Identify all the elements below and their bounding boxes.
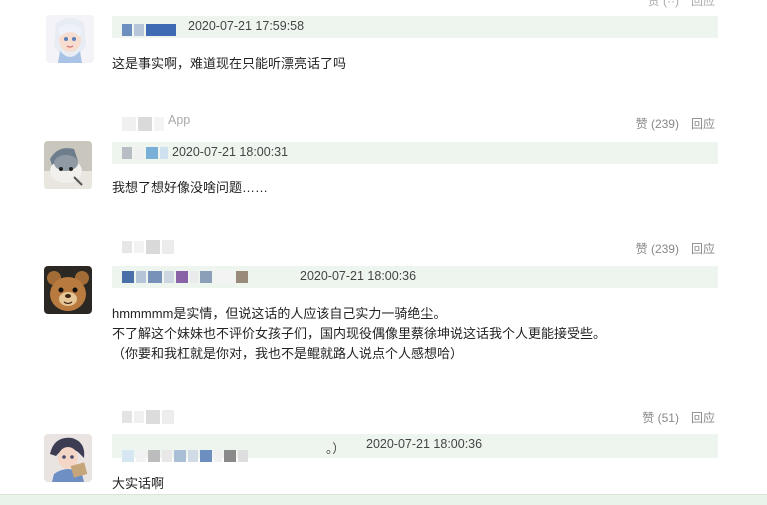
avatar[interactable] — [44, 141, 92, 189]
username-redacted — [122, 271, 248, 283]
comment-text: 我想了想好像没啥问题…… — [112, 180, 269, 195]
comment-item: App 赞 (239) 回应 2020-07-21 18:00:31 我想了想好像… — [0, 108, 767, 218]
comment-meta-bar: 2020-07-21 18:00:31 — [112, 142, 718, 164]
like-button[interactable]: 赞 (51) — [642, 411, 679, 425]
comment-meta-bar: 。） 2020-07-21 18:00:36 — [112, 434, 718, 462]
username-suffix: App — [168, 113, 191, 127]
comment-actions: 赞 (239) 回应 — [636, 115, 715, 132]
comment-meta-bar: 2020-07-21 17:59:58 — [112, 16, 718, 38]
comment-text: 这是事实啊，难道现在只能听漂亮话了吗 — [112, 56, 347, 71]
comment-actions: 赞 (··) 回应 — [648, 0, 715, 9]
comment-timestamp: 2020-07-21 17:59:58 — [188, 19, 305, 33]
elsa-avatar-icon — [46, 15, 94, 63]
username-redacted — [122, 117, 164, 131]
username-redacted — [122, 450, 248, 462]
avatar[interactable] — [44, 434, 92, 482]
comment-text: 大实话啊 — [112, 476, 165, 491]
comment-meta-bar: 2020-07-21 18:00:36 — [112, 266, 718, 288]
username-redacted — [122, 410, 174, 424]
comment-timestamp: 2020-07-21 18:00:31 — [172, 145, 289, 159]
comment-item: 赞 (51) 回应 。） 2020-07-21 18:00:36 大实话啊 — [0, 398, 767, 498]
like-button[interactable]: 赞 (239) — [636, 242, 679, 256]
comment-username-row — [112, 234, 718, 254]
reply-button[interactable]: 回应 — [691, 117, 715, 131]
username-redacted — [122, 240, 174, 254]
like-button[interactable]: 赞 (··) — [648, 0, 679, 8]
reply-button[interactable]: 回应 — [691, 0, 715, 8]
comment-text: hmmmmm是实情，但说这话的人应该自己实力一骑绝尘。 不了解这个妹妹也不评价女… — [112, 306, 607, 361]
avatar[interactable] — [44, 266, 92, 314]
username-redacted — [122, 147, 168, 159]
username-redacted — [122, 24, 176, 36]
reply-button[interactable]: 回应 — [691, 411, 715, 425]
comment-timestamp: 2020-07-21 18:00:36 — [300, 269, 417, 283]
cat-avatar-icon — [44, 141, 92, 189]
bottom-bar — [0, 494, 767, 505]
like-button[interactable]: 赞 (239) — [636, 117, 679, 131]
quote-suffix: 。） — [326, 442, 345, 456]
avatar[interactable] — [46, 15, 94, 63]
comment-username-row: App — [112, 113, 718, 131]
comment-actions: 赞 (239) 回应 — [636, 240, 715, 257]
comment-username-row — [112, 406, 718, 424]
comment-item: 赞 (239) 回应 2020-07-21 18:00:36 hmmmmm是实情… — [0, 230, 767, 380]
comment-item: 赞 (··) 回应 2020-07-21 17:59:58 这是事实啊，难道现在只… — [0, 0, 767, 100]
comment-timestamp: 2020-07-21 18:00:36 — [366, 437, 483, 451]
anime-avatar-icon — [44, 434, 92, 482]
teddy-bear-avatar-icon — [44, 266, 92, 314]
comment-actions: 赞 (51) 回应 — [642, 409, 715, 426]
reply-button[interactable]: 回应 — [691, 242, 715, 256]
